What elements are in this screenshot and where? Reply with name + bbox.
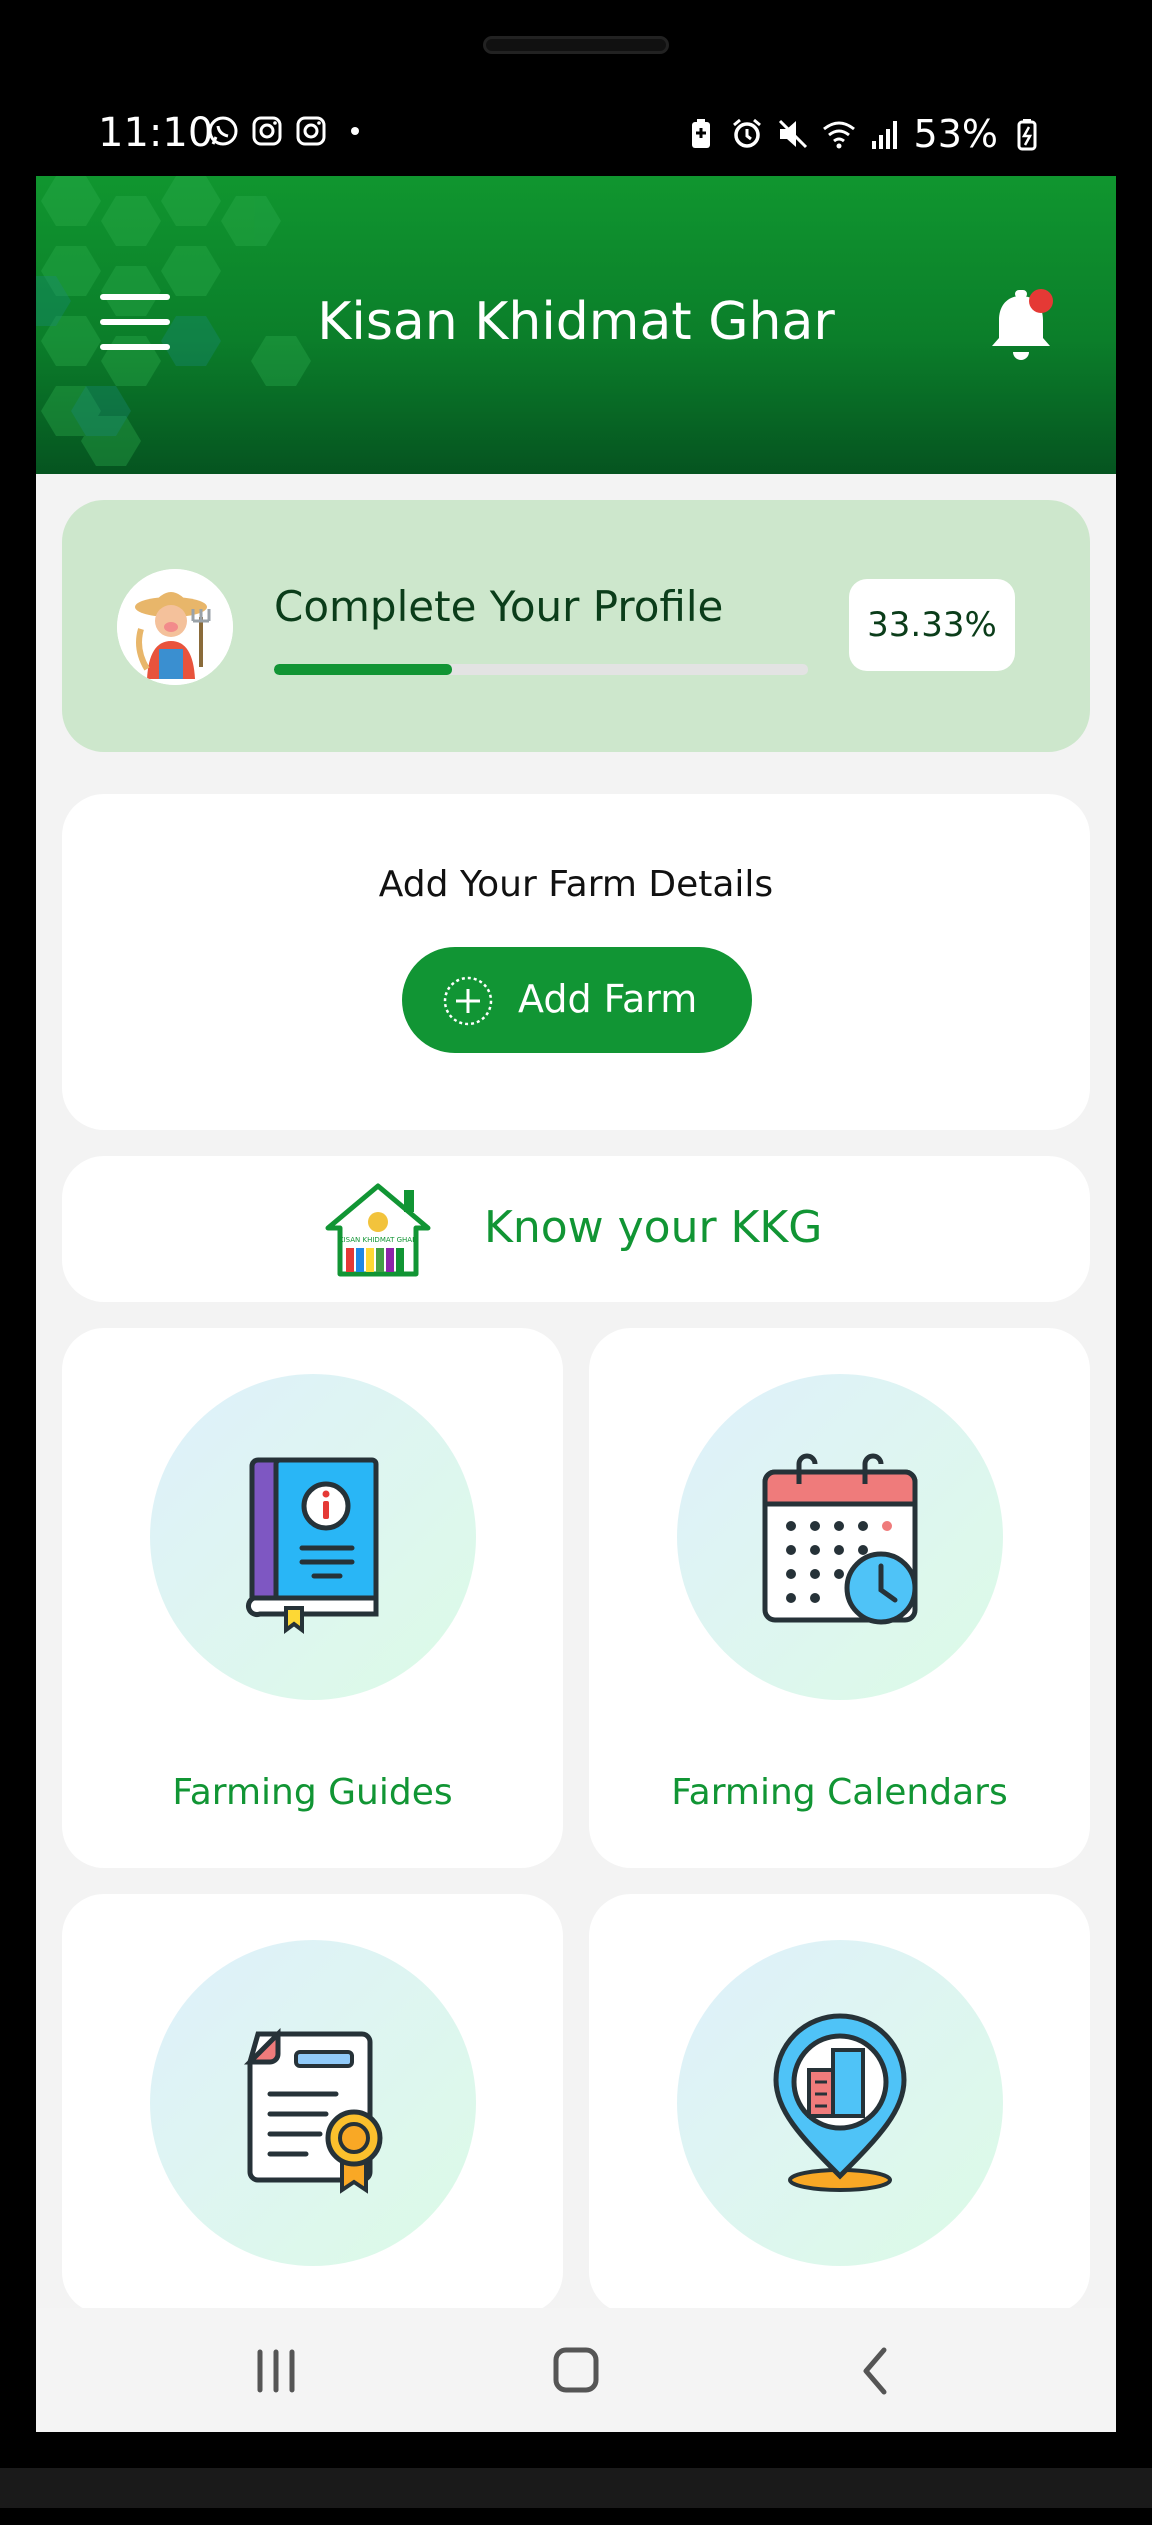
farming-calendars-tile[interactable]: Farming Calendars (589, 1328, 1090, 1868)
svg-text:KISAN KHIDMAT GHAR: KISAN KHIDMAT GHAR (339, 1236, 417, 1244)
add-farm-button[interactable]: Add Farm (402, 947, 752, 1053)
dot-icon (351, 127, 359, 135)
battery-saver-icon (691, 119, 710, 148)
app-screen: Kisan Khidmat Ghar Complete Your Profile… (36, 176, 1116, 2432)
profile-progress-fill (274, 664, 452, 675)
home-icon[interactable] (546, 2344, 606, 2398)
location-building-icon (773, 2013, 907, 2192)
whatsapp-icon (208, 116, 238, 146)
certificate-document-icon (243, 2027, 383, 2194)
info-book-icon (245, 1457, 379, 1634)
know-your-kkg-card[interactable]: KISAN KHIDMAT GHAR Know your KKG (62, 1156, 1090, 1302)
battery-percent: 53% (913, 112, 998, 156)
farmer-avatar-icon (117, 569, 233, 685)
certificate-tile[interactable] (62, 1894, 563, 2314)
status-time: 11:10 (98, 110, 214, 156)
bell-icon[interactable] (986, 286, 1056, 366)
profile-title: Complete Your Profile (274, 582, 724, 631)
farming-guides-label: Farming Guides (172, 1772, 453, 1813)
status-bar: 11:10 53% (36, 100, 1116, 172)
instagram-icon (252, 116, 282, 146)
farming-calendars-label: Farming Calendars (671, 1772, 1008, 1813)
kkg-title: Know your KKG (484, 1202, 823, 1253)
calendar-clock-icon (762, 1453, 918, 1625)
mute-icon (778, 119, 807, 149)
farm-details-card: Add Your Farm Details Add Farm (62, 794, 1090, 1130)
system-nav-bar (36, 2308, 1116, 2432)
farming-guides-tile[interactable]: Farming Guides (62, 1328, 563, 1868)
farm-details-title: Add Your Farm Details (378, 864, 774, 905)
complete-profile-card[interactable]: Complete Your Profile 33.33% (62, 500, 1090, 752)
battery-icon (1017, 119, 1037, 151)
plus-circle-icon (443, 976, 493, 1026)
location-tile[interactable] (589, 1894, 1090, 2314)
app-title: Kisan Khidmat Ghar (317, 292, 835, 352)
phone-bezel-band (0, 2468, 1152, 2508)
phone-bezel-bottom (0, 2432, 1152, 2525)
profile-percent-badge: 33.33% (849, 579, 1015, 671)
notification-dot (1029, 289, 1053, 313)
signal-icon (871, 121, 897, 149)
kkg-house-logo: KISAN KHIDMAT GHAR (325, 1183, 431, 1277)
profile-progress-bar (274, 664, 808, 675)
back-icon[interactable] (846, 2344, 906, 2398)
earpiece-speaker (483, 36, 669, 54)
wifi-icon (822, 121, 855, 149)
alarm-icon (732, 118, 761, 148)
add-farm-label: Add Farm (518, 977, 698, 1021)
instagram-icon (296, 116, 326, 146)
app-header: Kisan Khidmat Ghar (36, 176, 1116, 474)
recent-apps-icon[interactable] (246, 2344, 306, 2398)
